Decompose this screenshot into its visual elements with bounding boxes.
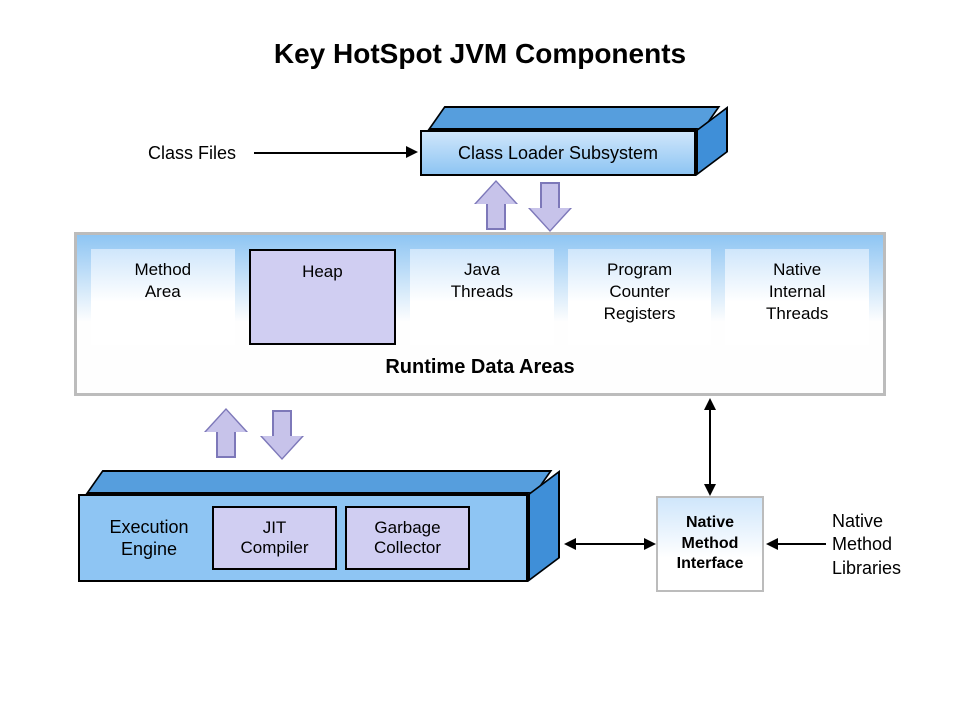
runtime-data-areas-cells: MethodArea Heap JavaThreads ProgramCount… [91, 249, 869, 345]
jit-compiler-box: JITCompiler [212, 506, 337, 570]
rda-cell-java-threads: JavaThreads [410, 249, 554, 345]
execution-engine-label: ExecutionEngine [94, 516, 204, 561]
arrow-classfiles-to-classloader [254, 152, 406, 154]
arrowhead-left-icon [564, 538, 576, 550]
arrowhead-right-icon [406, 146, 418, 158]
native-method-interface-box: NativeMethodInterface [656, 496, 764, 592]
arrowhead-down-icon [704, 484, 716, 496]
rda-cell-program-counter-registers: ProgramCounterRegisters [568, 249, 712, 345]
rda-cell-method-area: MethodArea [91, 249, 235, 345]
runtime-data-areas-title: Runtime Data Areas [77, 356, 883, 379]
garbage-collector-box: GarbageCollector [345, 506, 470, 570]
block-arrow-up-icon [476, 182, 516, 230]
arrowhead-right-icon [644, 538, 656, 550]
block-arrow-down-icon [262, 410, 302, 458]
native-method-libraries-label: NativeMethodLibraries [832, 510, 901, 580]
block-arrow-down-icon [530, 182, 570, 230]
arrow-libraries-to-nmi [778, 543, 826, 545]
native-method-interface-label: NativeMethodInterface [677, 513, 744, 575]
class-files-label: Class Files [148, 142, 236, 165]
runtime-data-areas-panel: MethodArea Heap JavaThreads ProgramCount… [74, 232, 886, 396]
arrow-exec-nmi [576, 543, 644, 545]
arrowhead-left-icon [766, 538, 778, 550]
class-loader-label: Class Loader Subsystem [458, 143, 658, 164]
diagram-title: Key HotSpot JVM Components [0, 38, 960, 70]
rda-cell-heap: Heap [249, 249, 397, 345]
rda-cell-native-internal-threads: NativeInternalThreads [725, 249, 869, 345]
arrow-rda-nmi [709, 408, 711, 486]
block-arrow-up-icon [206, 410, 246, 458]
